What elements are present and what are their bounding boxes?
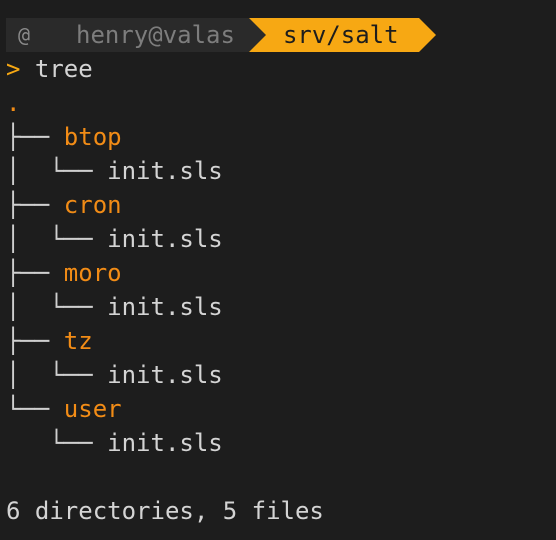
- tree-branch: ├──: [6, 191, 64, 219]
- command-text: tree: [34, 55, 93, 83]
- tree-branch: │ └──: [6, 157, 108, 185]
- debian-swirl-icon: @: [18, 23, 31, 47]
- tree-entry-moro: ├── moro: [6, 256, 122, 290]
- tree-entry-btop: ├── btop: [6, 120, 122, 154]
- directory-name: cron: [63, 191, 122, 219]
- tree-branch: │ └──: [6, 361, 108, 389]
- file-name: init.sls: [107, 361, 223, 389]
- tree-entry-tz: ├── tz: [6, 324, 93, 358]
- path-segment: srv/salt: [248, 18, 419, 52]
- tree-summary: 6 directories, 5 files: [6, 497, 324, 525]
- tree-branch: └──: [6, 395, 64, 423]
- tree-entry-cron: ├── cron: [6, 188, 122, 222]
- directory-name: user: [63, 395, 122, 423]
- file-name: init.sls: [107, 293, 223, 321]
- tree-branch: │ └──: [6, 225, 108, 253]
- tree-child-btop: │ └── init.sls: [6, 154, 223, 188]
- directory-name: moro: [63, 259, 122, 287]
- tree-branch: ├──: [6, 327, 64, 355]
- tree-entry-user: └── user: [6, 392, 122, 426]
- command-line: > tree: [6, 52, 93, 86]
- path-arrow-shape: [418, 18, 436, 52]
- directory-name: tz: [63, 327, 93, 355]
- file-name: init.sls: [107, 429, 223, 457]
- tree-branch: │ └──: [6, 293, 108, 321]
- user-host-segment: @ henry@valas: [6, 18, 249, 52]
- tree-branch: └──: [6, 429, 108, 457]
- tree-child-cron: │ └── init.sls: [6, 222, 223, 256]
- path-label: srv/salt: [282, 21, 399, 49]
- tree-child-moro: │ └── init.sls: [6, 290, 223, 324]
- tree-branch: ├──: [6, 123, 64, 151]
- directory-name: btop: [63, 123, 122, 151]
- prompt-symbol: >: [6, 55, 21, 83]
- tree-root: .: [6, 89, 21, 117]
- tree-branch: ├──: [6, 259, 64, 287]
- file-name: init.sls: [107, 157, 223, 185]
- file-name: init.sls: [107, 225, 223, 253]
- user-host-label: henry@valas: [76, 21, 235, 49]
- tree-child-tz: │ └── init.sls: [6, 358, 223, 392]
- prompt-bar: @ henry@valas srv/salt: [6, 18, 436, 52]
- tree-child-user: └── init.sls: [6, 426, 223, 460]
